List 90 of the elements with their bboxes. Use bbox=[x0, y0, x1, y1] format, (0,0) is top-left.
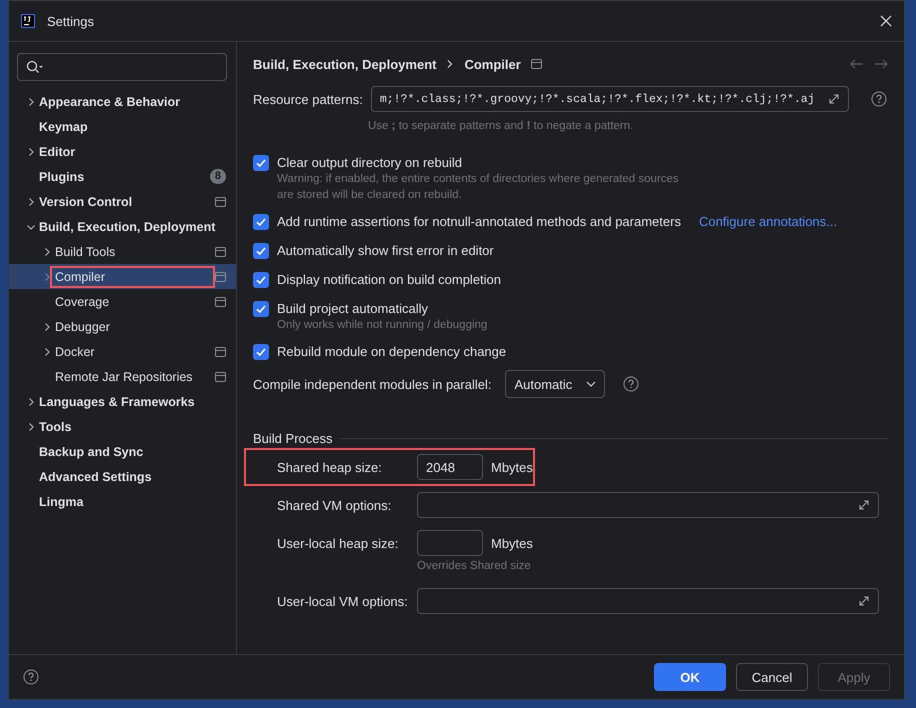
app-logo-icon bbox=[21, 14, 35, 28]
checkbox[interactable] bbox=[253, 300, 269, 316]
chevron-icon[interactable] bbox=[42, 322, 52, 332]
field-label: Compile independent modules in parallel: bbox=[253, 376, 492, 392]
configure-link[interactable]: Configure annotations... bbox=[698, 214, 837, 229]
field-label: User-local heap size: bbox=[277, 536, 400, 550]
chevron-icon[interactable] bbox=[26, 196, 36, 206]
field-label: User-local VM options: bbox=[277, 594, 409, 608]
dropdown[interactable]: Automatic bbox=[505, 370, 606, 398]
sidebar-item[interactable]: Tools bbox=[9, 414, 236, 439]
project-scope-icon bbox=[215, 372, 226, 382]
checkbox-label[interactable]: Build project automatically bbox=[277, 301, 428, 316]
checkbox[interactable] bbox=[253, 154, 269, 170]
expand-icon[interactable] bbox=[828, 93, 840, 105]
window-title: Settings bbox=[47, 14, 95, 28]
checkbox-label[interactable]: Automatically show first error in editor bbox=[277, 243, 494, 258]
check-icon bbox=[255, 274, 267, 286]
sidebar-item[interactable]: Build Tools bbox=[9, 239, 236, 264]
close-icon[interactable] bbox=[880, 15, 892, 27]
project-scope-icon bbox=[530, 59, 542, 69]
chevron-icon[interactable] bbox=[26, 96, 36, 106]
check-icon bbox=[255, 302, 267, 314]
field-label: Shared heap size: bbox=[277, 460, 383, 474]
chevron-icon[interactable] bbox=[26, 146, 36, 156]
input-field[interactable] bbox=[417, 530, 483, 556]
input-field[interactable]: 2048 bbox=[417, 454, 483, 480]
project-scope-icon bbox=[215, 272, 226, 282]
sidebar-item[interactable]: Debugger bbox=[9, 314, 236, 339]
project-scope-icon bbox=[215, 196, 226, 206]
help-icon[interactable] bbox=[870, 91, 887, 107]
checkbox-label[interactable]: Display notification on build completion bbox=[277, 272, 502, 287]
unit-label: Mbytes bbox=[491, 536, 533, 550]
checkbox[interactable] bbox=[253, 344, 269, 360]
sidebar-item[interactable]: Compiler bbox=[9, 264, 236, 289]
hint-text: Use ; to separate patterns and ! to negate a pattern. bbox=[368, 119, 634, 134]
chevron-icon[interactable] bbox=[42, 346, 52, 356]
sidebar-item[interactable]: Docker bbox=[9, 339, 236, 364]
input-field[interactable] bbox=[417, 492, 879, 518]
field-label: Resource patterns: bbox=[253, 92, 363, 106]
sidebar-item[interactable]: Remote Jar Repositories bbox=[9, 364, 236, 389]
section-title: Build Process bbox=[253, 430, 332, 446]
help-icon[interactable] bbox=[623, 376, 640, 392]
count-badge: 8 bbox=[210, 169, 226, 184]
breadcrumb-item[interactable]: Build, Execution, Deployment bbox=[253, 56, 436, 72]
chevron-icon bbox=[446, 59, 454, 69]
expand-icon[interactable] bbox=[858, 499, 870, 511]
forward-arrow-icon[interactable] bbox=[874, 59, 888, 69]
project-scope-icon bbox=[215, 346, 226, 356]
chevron-icon[interactable] bbox=[26, 396, 36, 406]
sidebar-item[interactable]: Backup and Sync bbox=[9, 439, 236, 464]
back-arrow-icon[interactable] bbox=[850, 59, 864, 69]
sidebar-item[interactable]: Editor bbox=[9, 139, 236, 164]
checkbox-label[interactable]: Rebuild module on dependency change bbox=[277, 344, 506, 359]
search-icon bbox=[26, 60, 44, 74]
expand-icon[interactable] bbox=[858, 595, 870, 607]
sidebar-item[interactable]: Languages & Frameworks bbox=[9, 389, 236, 414]
sidebar-item[interactable]: Plugins 8 bbox=[9, 164, 236, 189]
checkbox-label[interactable]: Add runtime assertions for notnull-annotated methods and parameters bbox=[277, 214, 681, 229]
search-field[interactable] bbox=[17, 53, 227, 81]
checkbox[interactable] bbox=[253, 214, 269, 230]
chevron-icon[interactable] bbox=[26, 422, 36, 432]
project-scope-icon bbox=[215, 246, 226, 256]
sidebar-item[interactable]: Build, Execution, Deployment bbox=[9, 214, 236, 239]
chevron-icon[interactable] bbox=[42, 246, 52, 256]
unit-label: Mbytes bbox=[491, 460, 533, 474]
checkbox[interactable] bbox=[253, 272, 269, 288]
help-button[interactable] bbox=[23, 669, 39, 685]
check-icon bbox=[255, 244, 267, 256]
input-field[interactable]: m;!?*.class;!?*.groovy;!?*.scala;!?*.flex;!?*.kt;!?*.clj;!?*.aj bbox=[370, 86, 849, 112]
sidebar-item[interactable]: Version Control bbox=[9, 189, 236, 214]
ok-button[interactable]: OK bbox=[654, 663, 726, 691]
project-scope-icon bbox=[215, 296, 226, 306]
check-icon bbox=[255, 346, 267, 358]
sidebar-item[interactable]: Keymap bbox=[9, 114, 236, 139]
sidebar-item[interactable]: Coverage bbox=[9, 289, 236, 314]
check-icon bbox=[255, 216, 267, 228]
sidebar-item[interactable]: Advanced Settings bbox=[9, 464, 236, 489]
dialog-button[interactable]: Cancel bbox=[736, 663, 808, 691]
sidebar-item[interactable]: Appearance & Behavior bbox=[9, 89, 236, 114]
checkbox-label[interactable]: Clear output directory on rebuild bbox=[277, 155, 462, 170]
checkbox[interactable] bbox=[253, 242, 269, 258]
note-text: Warning: if enabled, the entire contents of directories where generated sources are stored will be cleared on rebuild. bbox=[277, 172, 680, 203]
field-label: Shared VM options: bbox=[277, 498, 392, 512]
caret-icon bbox=[586, 381, 596, 387]
note-text: Overrides Shared size bbox=[417, 559, 532, 574]
breadcrumb-item: Compiler bbox=[464, 56, 521, 72]
check-icon bbox=[255, 156, 267, 168]
input-field[interactable] bbox=[417, 588, 879, 614]
sidebar-item[interactable]: Lingma bbox=[9, 489, 236, 514]
note-text: Only works while not running / debugging bbox=[277, 318, 488, 333]
